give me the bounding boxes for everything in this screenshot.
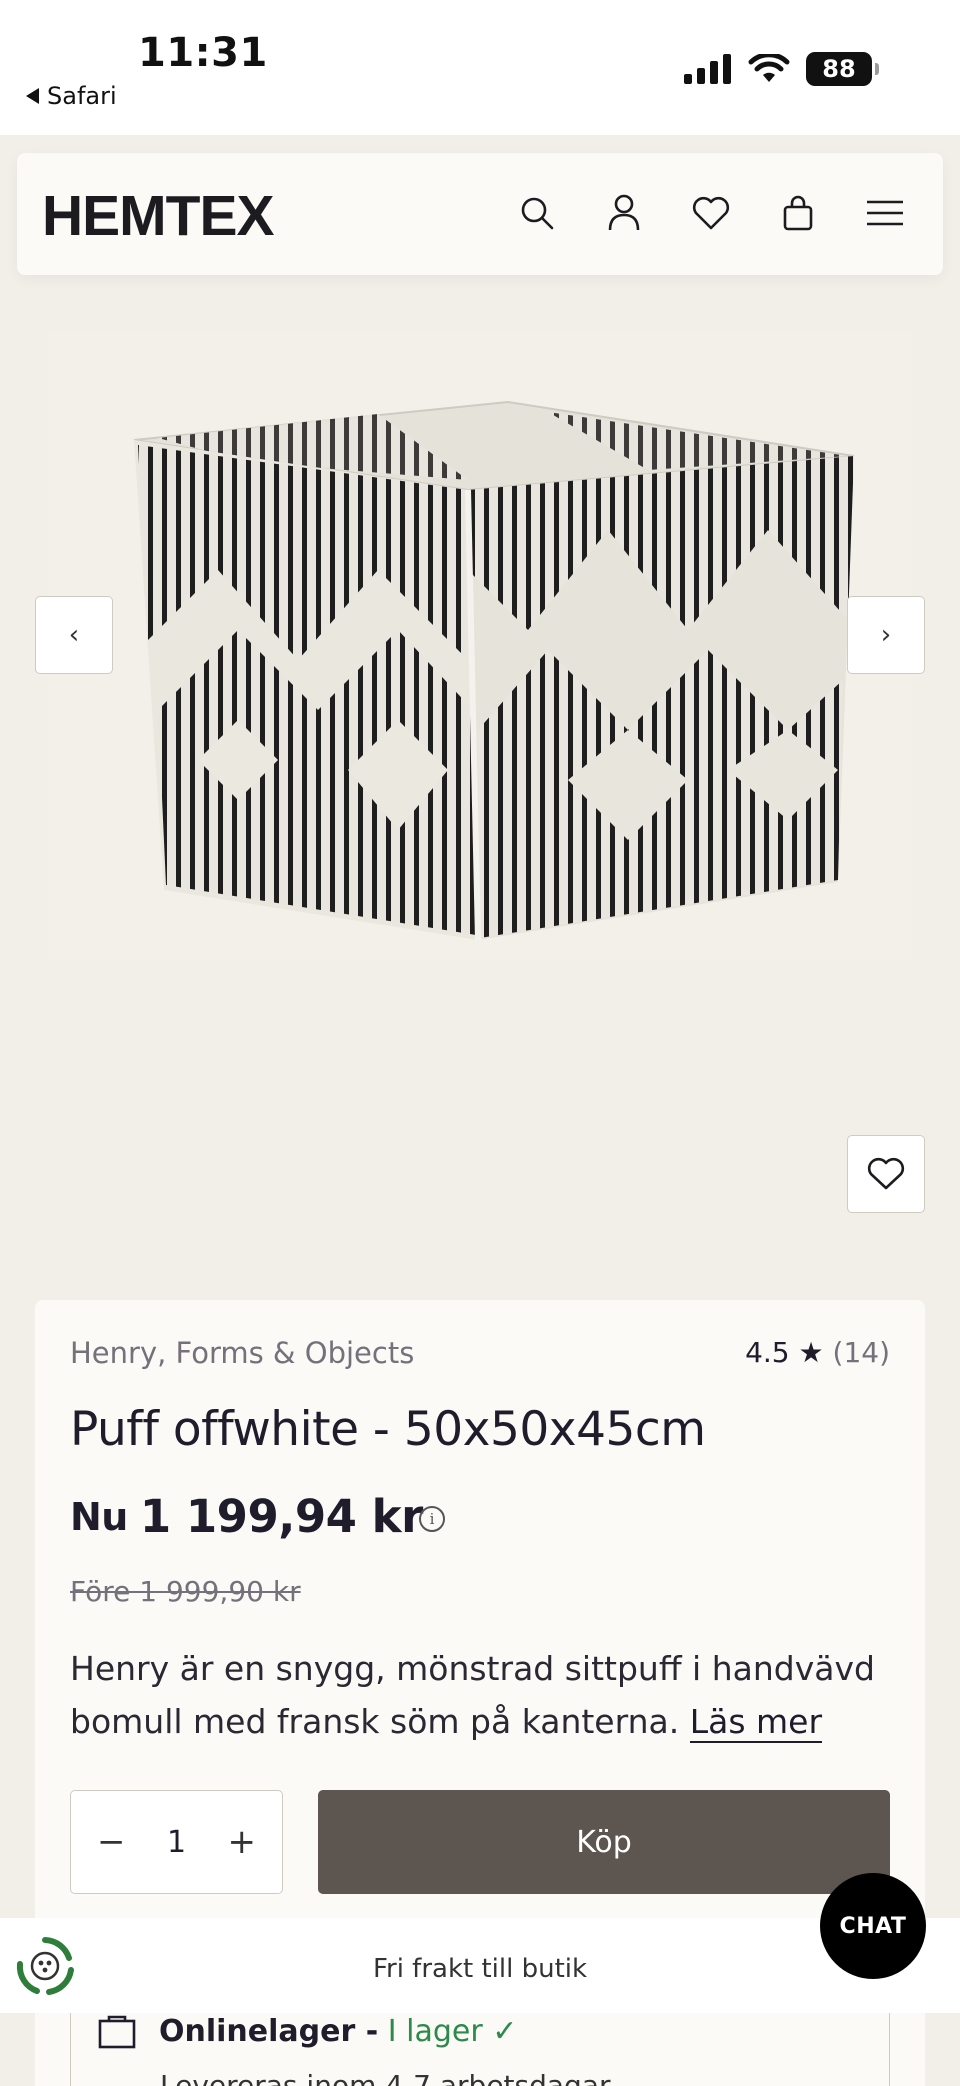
chevron-left-icon: ‹ bbox=[68, 620, 80, 650]
back-app-label: Safari bbox=[47, 82, 117, 110]
price-value: 1 199,94 kr bbox=[139, 1490, 423, 1543]
quantity-value[interactable]: 1 bbox=[167, 1825, 186, 1860]
delivery-time: Levereras inom 4-7 arbetsdagar bbox=[160, 2069, 611, 2086]
price-prefix: Nu bbox=[70, 1494, 128, 1539]
wifi-icon bbox=[748, 54, 790, 82]
status-indicators: 88 bbox=[684, 52, 879, 86]
chat-button[interactable]: CHAT bbox=[820, 1873, 926, 1979]
rating-count: (14) bbox=[832, 1336, 890, 1369]
product-price: Nu 1 199,94 kr bbox=[70, 1490, 423, 1543]
back-to-safari[interactable]: Safari bbox=[26, 82, 117, 110]
gallery-prev-button[interactable]: ‹ bbox=[35, 596, 113, 674]
price-info-icon[interactable]: i bbox=[419, 1506, 445, 1532]
product-rating[interactable]: 4.5 ★ (14) bbox=[745, 1336, 890, 1369]
stock-info: Onlinelager - I lager ✓ Levereras inom 4… bbox=[70, 2013, 890, 2086]
battery-icon: 88 bbox=[806, 52, 879, 86]
quantity-stepper: − 1 + bbox=[70, 1790, 283, 1894]
site-header: HEMTEX bbox=[17, 153, 943, 275]
product-title: Puff offwhite - 50x50x45cm bbox=[70, 1402, 706, 1457]
gallery-next-button[interactable]: › bbox=[847, 596, 925, 674]
heart-icon bbox=[867, 1157, 905, 1190]
free-shipping-text: Fri frakt till butik bbox=[372, 1954, 588, 1984]
status-time: 11:31 bbox=[138, 30, 268, 76]
battery-level: 88 bbox=[822, 55, 856, 83]
status-bar: 11:31 Safari 88 bbox=[0, 0, 960, 135]
online-stock-row: Onlinelager - I lager ✓ bbox=[97, 2013, 517, 2049]
product-image[interactable] bbox=[48, 330, 912, 960]
in-stock-status: I lager ✓ bbox=[387, 2013, 518, 2049]
product-brand[interactable]: Henry, Forms & Objects bbox=[70, 1336, 414, 1370]
back-triangle-icon bbox=[26, 88, 39, 104]
increase-quantity-button[interactable]: + bbox=[228, 1822, 257, 1862]
store-box-icon bbox=[98, 2015, 136, 2049]
decrease-quantity-button[interactable]: − bbox=[97, 1822, 126, 1862]
search-icon[interactable] bbox=[515, 191, 559, 235]
heart-icon[interactable] bbox=[689, 191, 733, 235]
hemtex-logo[interactable]: HEMTEX bbox=[42, 183, 275, 249]
chevron-right-icon: › bbox=[880, 620, 892, 650]
product-description: Henry är en snygg, mönstrad sittpuff i h… bbox=[70, 1642, 890, 1748]
online-stock-label: Onlinelager - bbox=[159, 2013, 379, 2049]
buy-button[interactable]: Köp bbox=[318, 1790, 890, 1894]
rating-value: 4.5 bbox=[745, 1336, 790, 1369]
bag-icon[interactable] bbox=[776, 191, 820, 235]
account-icon[interactable] bbox=[602, 191, 646, 235]
menu-icon[interactable] bbox=[863, 191, 907, 235]
add-to-wishlist-button[interactable] bbox=[847, 1135, 925, 1213]
header-icons bbox=[515, 191, 907, 235]
product-gallery: ‹ › bbox=[0, 300, 960, 1260]
shipping-banner: Fri frakt till butik bbox=[0, 1918, 960, 2013]
read-more-link[interactable]: Läs mer bbox=[689, 1702, 823, 1743]
before-price: Före 1 999,90 kr bbox=[70, 1575, 301, 1608]
signal-icon bbox=[684, 54, 731, 84]
star-icon: ★ bbox=[798, 1336, 824, 1369]
